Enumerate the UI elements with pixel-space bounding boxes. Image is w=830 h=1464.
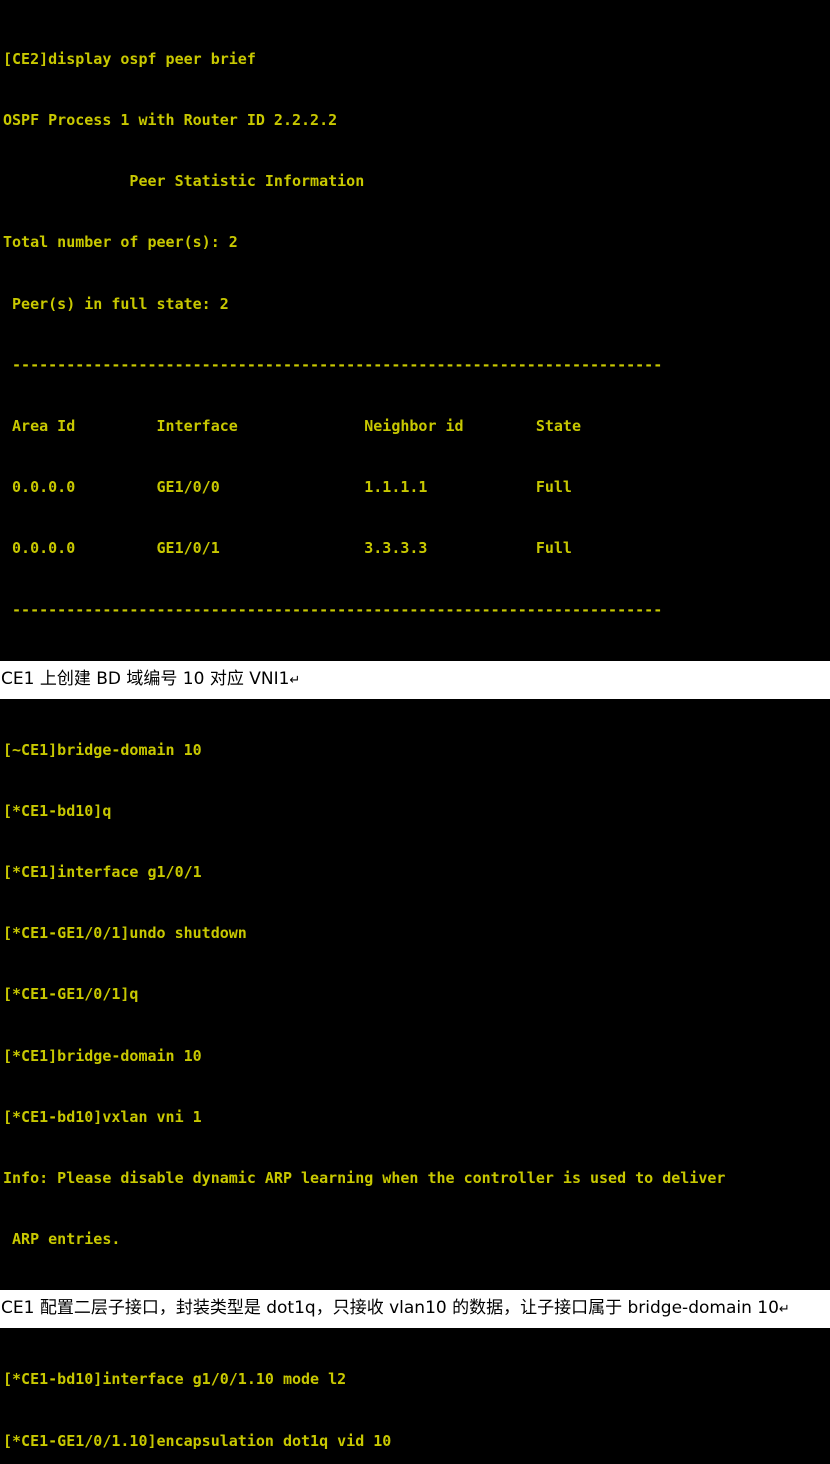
- terminal-output-clipped-line: [CE2]display ospf peer brief: [0, 0, 830, 8]
- terminal-table-header: Area Id Interface Neighbor id State: [3, 417, 581, 436]
- terminal-line: [*CE1]bridge-domain 10: [3, 1046, 202, 1065]
- paragraph-mark-icon: ↵: [778, 1302, 790, 1318]
- terminal-line: [*CE1-bd10]interface g1/0/1.10 mode l2: [3, 1370, 347, 1389]
- terminal-line: [CE2]display ospf peer brief: [0, 0, 197, 5]
- terminal-line: [*CE1-GE1/0/1.10]encapsulation dot1q vid…: [3, 1431, 392, 1450]
- terminal-separator-line: ----------------------------------------…: [3, 355, 663, 374]
- terminal-line: [CE2]display ospf peer brief: [3, 49, 256, 68]
- terminal-line: [*CE1-GE1/0/1]q: [3, 985, 139, 1004]
- caption-ce1-subinterface: CE1 配置二层子接口，封装类型是 dot1q，只接收 vlan10 的数据，让…: [0, 1293, 830, 1326]
- terminal-ce1-subinterface: [*CE1-bd10]interface g1/0/1.10 mode l2 […: [0, 1328, 830, 1464]
- caption-ce1-bd10: CE1 上创建 BD 域编号 10 对应 VNI1↵: [0, 663, 830, 696]
- terminal-info-line: Info: Please disable dynamic ARP learnin…: [3, 1169, 726, 1188]
- terminal-line: [*CE1-bd10]q: [3, 801, 112, 820]
- terminal-line: [~CE1]bridge-domain 10: [3, 740, 202, 759]
- terminal-table-row: 0.0.0.0 GE1/0/0 1.1.1.1 Full: [3, 478, 572, 497]
- terminal-line: [*CE1-bd10]vxlan vni 1: [3, 1107, 202, 1126]
- terminal-line: [*CE1]interface g1/0/1: [3, 863, 202, 882]
- terminal-info-line-continued: ARP entries.: [3, 1230, 121, 1249]
- terminal-line: Total number of peer(s): 2: [3, 233, 238, 252]
- terminal-line: OSPF Process 1 with Router ID 2.2.2.2: [3, 111, 338, 130]
- terminal-line: Peer Statistic Information: [3, 172, 365, 191]
- document-body: [CE2]display ospf peer brief [CE2]displa…: [0, 0, 830, 1464]
- terminal-ospf-peer-brief: [CE2]display ospf peer brief OSPF Proces…: [0, 8, 830, 661]
- caption-text: CE1 配置二层子接口，封装类型是 dot1q，只接收 vlan10 的数据，让…: [1, 1298, 779, 1319]
- paragraph-mark-icon: ↵: [289, 672, 301, 688]
- terminal-ce1-bridge-domain: [~CE1]bridge-domain 10 [*CE1-bd10]q [*CE…: [0, 698, 830, 1291]
- terminal-line: [*CE1-GE1/0/1]undo shutdown: [3, 924, 247, 943]
- terminal-table-row: 0.0.0.0 GE1/0/1 3.3.3.3 Full: [3, 539, 572, 558]
- caption-text: CE1 上创建 BD 域编号 10 对应 VNI1: [1, 668, 290, 689]
- terminal-line: Peer(s) in full state: 2: [3, 294, 229, 313]
- terminal-separator-line: ----------------------------------------…: [3, 600, 663, 619]
